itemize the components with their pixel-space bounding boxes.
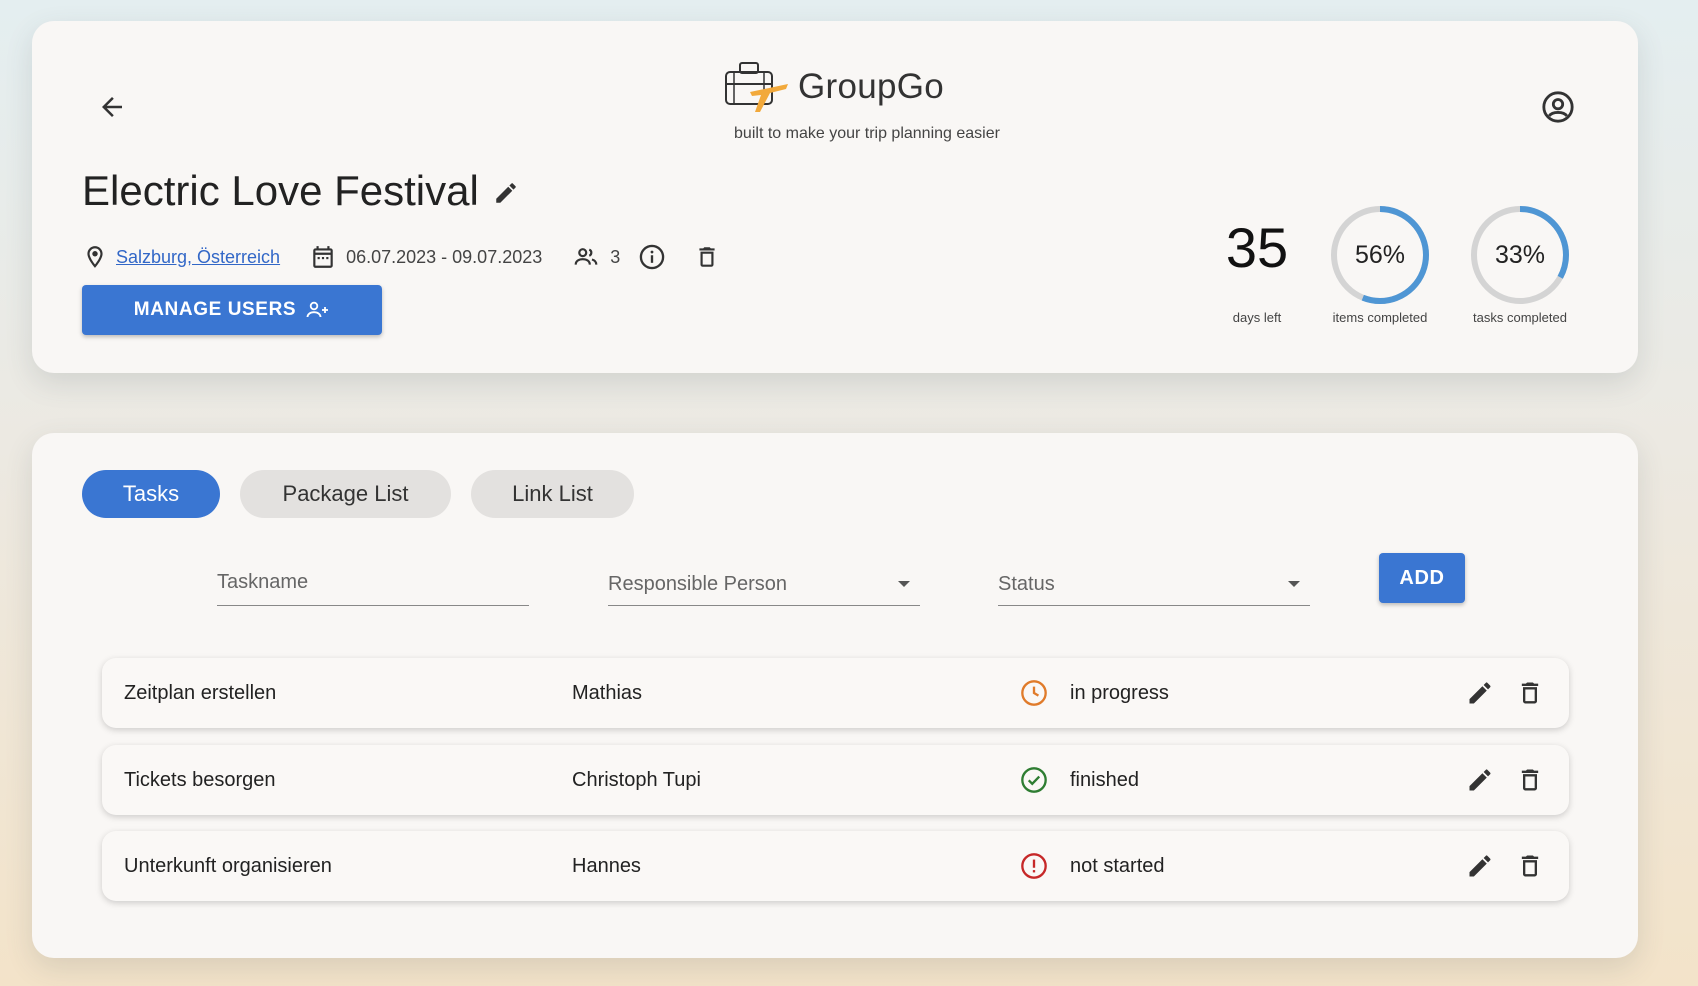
add-user-icon [306, 301, 329, 318]
account-circle-icon [1542, 91, 1574, 123]
task-name: Unterkunft organisieren [124, 855, 332, 877]
profile-button[interactable] [1534, 83, 1582, 131]
items-completed-progress: 56% [1328, 203, 1432, 307]
task-status: not started [1070, 855, 1165, 877]
task-status: in progress [1070, 682, 1169, 704]
edit-title-button[interactable] [493, 180, 519, 211]
task-row: Unterkunft organisieren Hannes not start… [102, 831, 1569, 901]
task-status: finished [1070, 769, 1139, 791]
tasks-completed-caption: tasks completed [1473, 310, 1567, 325]
delete-trip-button[interactable] [694, 244, 720, 270]
trip-title-row: Electric Love Festival [82, 167, 519, 215]
trip-title: Electric Love Festival [82, 167, 479, 214]
people-icon [574, 248, 598, 265]
pencil-icon [496, 182, 516, 203]
items-completed-caption: items completed [1332, 310, 1428, 325]
location-item: Salzburg, Österreich [82, 244, 280, 270]
items-completed-percent: 56% [1354, 240, 1406, 269]
edit-task-icon[interactable] [1466, 766, 1494, 794]
location-pin-icon [87, 246, 103, 268]
tab-tasks[interactable]: Tasks [82, 470, 220, 518]
task-person: Mathias [572, 682, 643, 704]
task-row: Tickets besorgen Christoph Tupi finished [102, 745, 1569, 815]
manage-users-button[interactable]: MANAGE USERS [82, 285, 382, 335]
task-name: Zeitplan erstellen [124, 682, 277, 704]
suitcase-plane-icon [725, 62, 788, 112]
responsible-person-placeholder: Responsible Person [608, 573, 787, 595]
trip-meta: Salzburg, Österreich 06.07.2023 - 09.07.… [82, 239, 720, 275]
delete-task-icon[interactable] [1516, 852, 1544, 880]
calendar-icon [313, 246, 333, 268]
taskname-input[interactable] [217, 565, 529, 599]
info-button[interactable] [638, 243, 666, 271]
task-person: Hannes [572, 855, 641, 877]
tasks-completed-percent: 33% [1494, 240, 1546, 269]
trip-dates: 06.07.2023 - 09.07.2023 [346, 246, 543, 267]
tasks-completed-progress: 33% [1468, 203, 1572, 307]
manage-users-label: MANAGE USERS [133, 299, 297, 320]
dropdown-arrow-icon [1288, 581, 1300, 587]
date-item: 06.07.2023 - 09.07.2023 [310, 244, 542, 270]
clock-icon [1021, 680, 1047, 706]
task-person: Christoph Tupi [572, 769, 701, 791]
edit-task-icon[interactable] [1466, 852, 1494, 880]
add-task-button[interactable]: ADD [1379, 553, 1465, 603]
arrow-left-icon [102, 97, 122, 117]
trash-icon [699, 247, 715, 267]
app-logo: GroupGo [720, 58, 944, 116]
trip-header-card: GroupGo built to make your trip planning… [32, 21, 1638, 373]
app-tagline: built to make your trip planning easier [734, 125, 1000, 142]
delete-task-icon[interactable] [1516, 679, 1544, 707]
back-button[interactable] [88, 83, 136, 131]
member-count: 3 [610, 246, 621, 267]
alert-circle-icon [1021, 853, 1047, 879]
check-circle-icon [1021, 767, 1047, 793]
status-placeholder: Status [998, 573, 1055, 595]
task-name: Tickets besorgen [124, 769, 276, 791]
delete-task-icon[interactable] [1516, 766, 1544, 794]
tab-package-list[interactable]: Package List [240, 470, 451, 518]
status-select[interactable]: Status [998, 553, 1310, 606]
members-item: 3 [572, 244, 620, 270]
tasks-card: Tasks Package List Link List Responsible… [32, 433, 1638, 958]
info-icon [640, 244, 665, 270]
task-row: Zeitplan erstellen Mathias in progress [102, 658, 1569, 728]
edit-task-icon[interactable] [1466, 679, 1494, 707]
dropdown-arrow-icon [898, 581, 910, 587]
responsible-person-select[interactable]: Responsible Person [608, 553, 920, 606]
taskname-field[interactable] [217, 553, 529, 606]
location-link[interactable]: Salzburg, Österreich [116, 247, 280, 268]
tab-link-list[interactable]: Link List [471, 470, 634, 518]
app-title: GroupGo [798, 67, 945, 106]
days-left-caption: days left [1232, 310, 1282, 325]
days-left-value: 35 [1225, 216, 1289, 279]
